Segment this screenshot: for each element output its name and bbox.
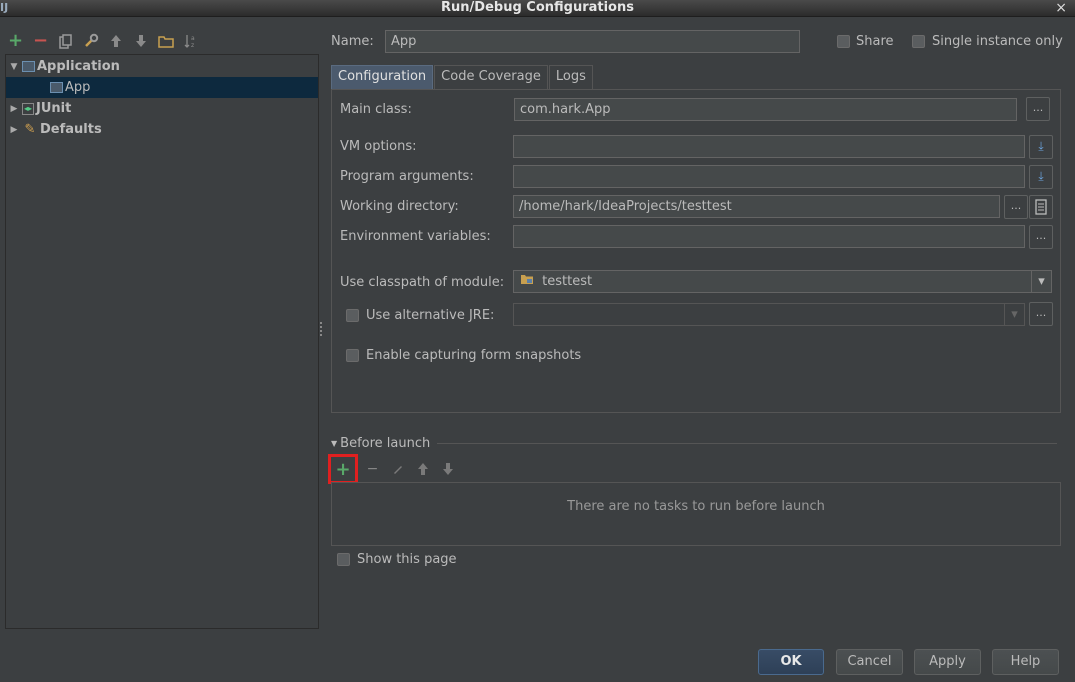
- application-icon: [22, 61, 35, 72]
- title-bar: IJ Run/Debug Configurations ×: [0, 0, 1075, 17]
- svg-text:a: a: [191, 35, 195, 42]
- vm-options-label: VM options:: [340, 139, 417, 154]
- move-task-up-icon[interactable]: [410, 455, 435, 483]
- working-directory-input[interactable]: /home/hark/IdeaProjects/testtest: [513, 195, 1000, 218]
- configurations-tree: ▼ Application App ▶ ◂▸ JUnit ▶ ✎ Default…: [5, 54, 319, 629]
- alternative-jre-select: ▾: [513, 303, 1025, 326]
- tab-code-coverage[interactable]: Code Coverage: [434, 65, 548, 89]
- svg-text:z: z: [191, 42, 194, 49]
- edit-environment-variables-button[interactable]: ...: [1029, 225, 1053, 249]
- before-launch-toolbar: + −: [328, 454, 460, 484]
- cancel-button[interactable]: Cancel: [836, 649, 903, 675]
- main-class-input[interactable]: com.hark.App: [514, 98, 1017, 121]
- tree-item-label: Defaults: [40, 122, 102, 137]
- name-label: Name:: [331, 34, 374, 49]
- arrow-down-icon[interactable]: [131, 32, 150, 51]
- tab-configuration[interactable]: Configuration: [331, 65, 434, 89]
- program-arguments-input[interactable]: [513, 165, 1025, 188]
- add-task-icon[interactable]: +: [328, 454, 358, 484]
- add-icon[interactable]: +: [6, 32, 25, 51]
- expand-program-arguments-icon[interactable]: ⤓: [1029, 165, 1053, 189]
- section-divider: [437, 443, 1057, 444]
- help-button[interactable]: Help: [992, 649, 1059, 675]
- show-page-checkbox[interactable]: [337, 553, 350, 566]
- tree-item-label: JUnit: [36, 101, 72, 116]
- before-launch-title: Before launch: [340, 436, 431, 451]
- collapse-icon: ▼: [331, 439, 338, 448]
- splitter-handle[interactable]: [320, 322, 324, 336]
- expand-vm-options-icon[interactable]: ⤓: [1029, 135, 1053, 159]
- arrow-up-icon[interactable]: [106, 32, 125, 51]
- tree-item-label: Application: [37, 59, 120, 74]
- remove-icon[interactable]: −: [31, 32, 50, 51]
- chevron-down-icon[interactable]: ▼: [6, 62, 22, 72]
- chevron-right-icon[interactable]: ▶: [6, 104, 22, 114]
- wrench-icon: ✎: [24, 122, 36, 137]
- move-task-down-icon[interactable]: [435, 455, 460, 483]
- chevron-right-icon[interactable]: ▶: [6, 125, 22, 135]
- empty-tasks-message: There are no tasks to run before launch: [567, 499, 825, 514]
- close-icon[interactable]: ×: [1055, 0, 1067, 16]
- configurations-toolbar: + − az: [6, 30, 200, 52]
- tree-item-app[interactable]: App: [6, 77, 318, 98]
- working-directory-label: Working directory:: [340, 199, 459, 214]
- program-arguments-label: Program arguments:: [340, 169, 474, 184]
- vm-options-input[interactable]: [513, 135, 1025, 158]
- macros-icon[interactable]: [1029, 195, 1053, 219]
- form-snapshots-label: Enable capturing form snapshots: [366, 348, 582, 363]
- share-label: Share: [856, 34, 894, 49]
- tree-item-junit[interactable]: ▶ ◂▸ JUnit: [6, 98, 318, 119]
- classpath-module-select[interactable]: testtest ▾: [513, 270, 1052, 293]
- application-icon: [50, 82, 63, 93]
- environment-variables-input[interactable]: [513, 225, 1025, 248]
- apply-button[interactable]: Apply: [914, 649, 981, 675]
- classpath-module-value: testtest: [542, 274, 593, 289]
- chevron-down-icon: ▾: [1031, 271, 1051, 292]
- folder-icon[interactable]: [156, 32, 175, 51]
- window-title: Run/Debug Configurations: [441, 0, 634, 15]
- single-instance-label: Single instance only: [932, 34, 1063, 49]
- browse-jre-button[interactable]: ...: [1029, 302, 1053, 326]
- single-instance-checkbox[interactable]: [912, 35, 925, 48]
- classpath-module-label: Use classpath of module:: [340, 275, 505, 290]
- copy-icon[interactable]: [56, 32, 75, 51]
- tree-item-application[interactable]: ▼ Application: [6, 56, 318, 77]
- wrench-icon[interactable]: [81, 32, 100, 51]
- share-checkbox[interactable]: [837, 35, 850, 48]
- show-page-label: Show this page: [357, 552, 457, 567]
- before-launch-task-list: There are no tasks to run before launch: [331, 482, 1061, 546]
- tree-item-defaults[interactable]: ▶ ✎ Defaults: [6, 119, 318, 140]
- junit-icon: ◂▸: [22, 102, 34, 115]
- config-tabs: Configuration Code Coverage Logs: [331, 65, 594, 89]
- main-class-label: Main class:: [340, 102, 412, 117]
- alternative-jre-checkbox[interactable]: [346, 309, 359, 322]
- browse-main-class-button[interactable]: ...: [1026, 97, 1050, 121]
- tree-item-label: App: [65, 80, 91, 95]
- browse-working-directory-button[interactable]: ...: [1004, 195, 1028, 219]
- ok-button[interactable]: OK: [758, 649, 824, 675]
- form-snapshots-checkbox[interactable]: [346, 349, 359, 362]
- module-folder-icon: [520, 271, 534, 292]
- sort-icon[interactable]: az: [181, 32, 200, 51]
- remove-task-icon[interactable]: −: [360, 455, 385, 483]
- alternative-jre-label: Use alternative JRE:: [366, 308, 495, 323]
- name-input[interactable]: App: [385, 30, 800, 53]
- environment-variables-label: Environment variables:: [340, 229, 491, 244]
- before-launch-header[interactable]: ▼ Before launch: [331, 436, 430, 451]
- tab-logs[interactable]: Logs: [548, 65, 593, 89]
- edit-task-icon[interactable]: [385, 455, 410, 483]
- chevron-down-icon: ▾: [1004, 304, 1024, 325]
